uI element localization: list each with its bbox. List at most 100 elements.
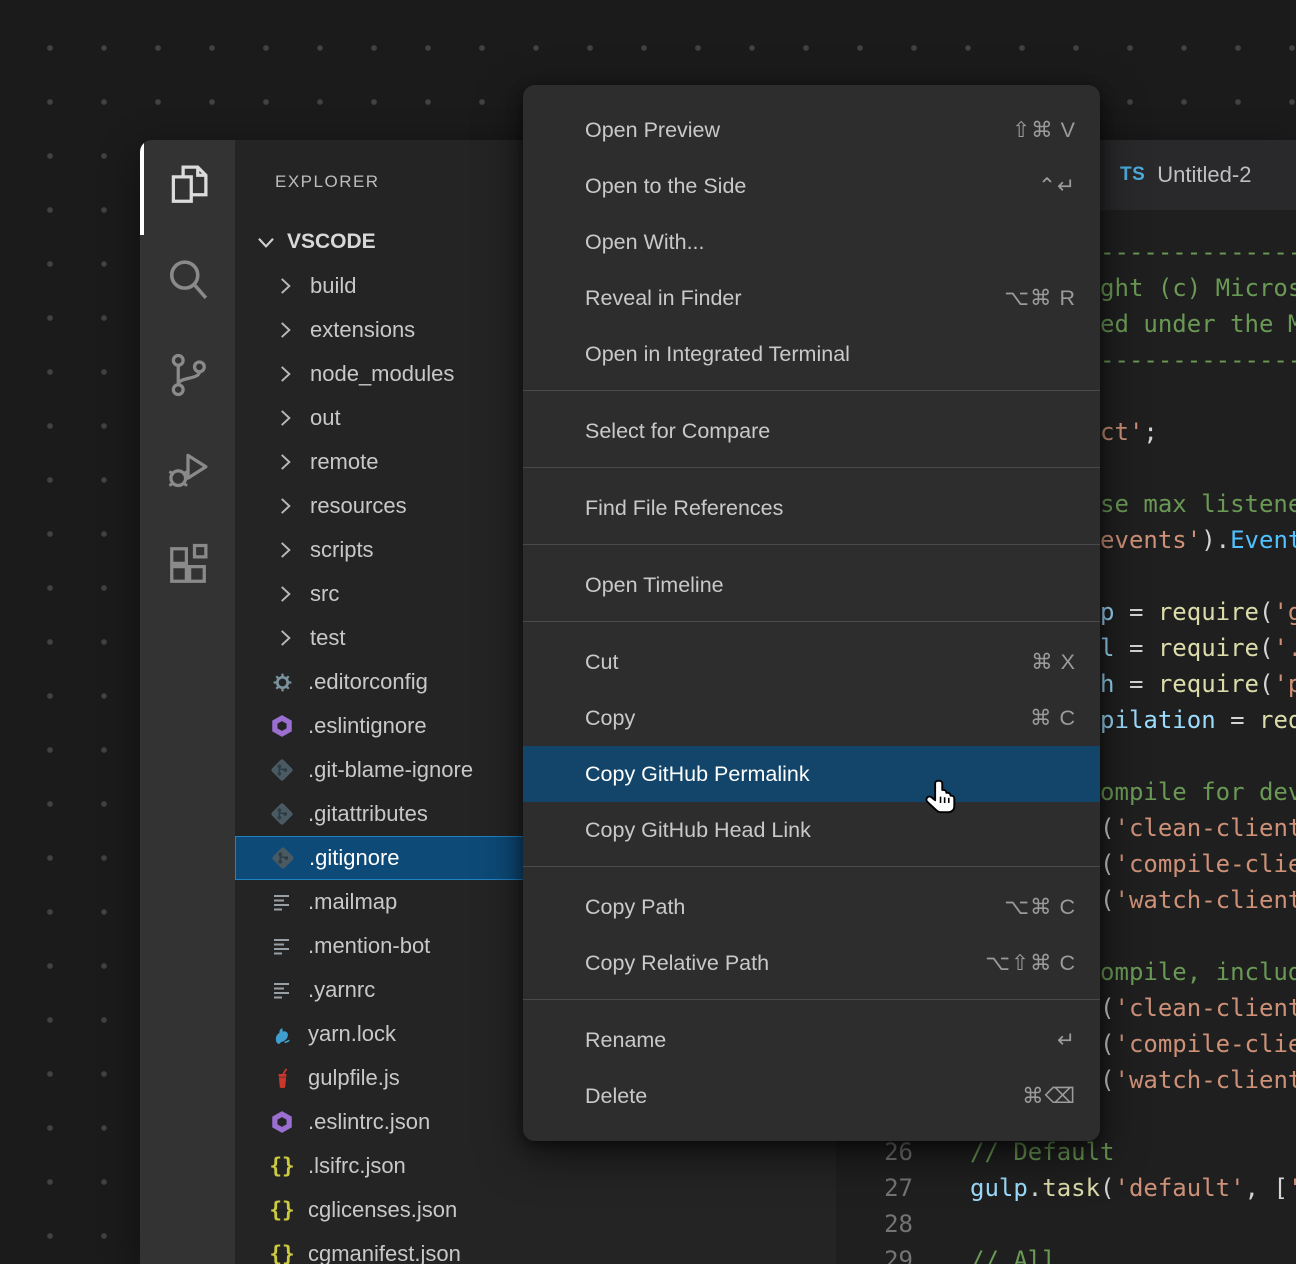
tab-title: Untitled-2 — [1157, 162, 1251, 188]
menu-item-label: Reveal in Finder — [585, 286, 742, 310]
cursor-pointing-hand-icon — [922, 778, 960, 820]
line-number: 27 — [836, 1170, 913, 1206]
tree-item-label: resources — [310, 493, 407, 519]
menu-item-label: Cut — [585, 650, 618, 674]
activity-bar-extensions[interactable] — [140, 520, 235, 615]
menu-item-copy[interactable]: Copy ⌘ C — [523, 690, 1100, 746]
chevron-right-icon — [272, 493, 298, 519]
tree-item-label: .git-blame-ignore — [308, 757, 473, 783]
desktop: { "colors": { "desktop_bg": "#1b1b1b", "… — [0, 0, 1296, 1264]
tree-item-label: build — [310, 273, 356, 299]
menu-item-open-preview[interactable]: Open Preview ⇧⌘ V — [523, 102, 1100, 158]
tree-item-label: remote — [310, 449, 378, 475]
activity-bar — [140, 140, 235, 1264]
menu-item-shortcut: ⌥⇧⌘ C — [985, 935, 1076, 991]
menu-separator — [523, 544, 1100, 545]
typescript-file-icon: TS — [1120, 164, 1145, 186]
code-text: // All — [970, 1242, 1057, 1264]
search-icon — [162, 254, 214, 311]
menu-separator — [523, 390, 1100, 391]
chevron-right-icon — [272, 449, 298, 475]
explorer-context-menu: Open Preview ⇧⌘ V Open to the Side ⌃↵ Open W… — [523, 85, 1100, 1141]
menu-item-shortcut: ⌃↵ — [1038, 158, 1076, 214]
menu-item-label: Copy Path — [585, 895, 685, 919]
menu-item-label: Open to the Side — [585, 174, 746, 198]
chevron-right-icon — [272, 581, 298, 607]
activity-bar-explorer[interactable] — [140, 140, 235, 235]
git-file-icon — [268, 800, 296, 828]
menu-item-open-to-the-side[interactable]: Open to the Side ⌃↵ — [523, 158, 1100, 214]
tree-file--lsifrc-json[interactable]: {}.lsifrc.json — [235, 1144, 836, 1188]
tab-untitled-2[interactable]: TS Untitled-2 — [1100, 140, 1271, 210]
line-number: 28 — [836, 1206, 913, 1242]
yarn-file-icon — [268, 1020, 296, 1048]
menu-item-shortcut: ⌥⌘ C — [1004, 879, 1076, 935]
chevron-right-icon — [272, 405, 298, 431]
tree-item-label: .mailmap — [308, 889, 397, 915]
menu-item-label: Open Preview — [585, 118, 720, 142]
eslint-file-icon — [268, 712, 296, 740]
tree-root-label: VSCODE — [287, 230, 376, 254]
chevron-right-icon — [272, 537, 298, 563]
code-line-27: 27gulp.task('default', ['compile']); — [836, 1170, 1296, 1206]
tree-item-label: src — [310, 581, 339, 607]
menu-item-copy-github-head-link[interactable]: Copy GitHub Head Link — [523, 802, 1100, 858]
menu-item-reveal-in-finder[interactable]: Reveal in Finder⌥⌘ R — [523, 270, 1100, 326]
menu-item-find-file-references[interactable]: Find File References — [523, 480, 1100, 536]
tree-item-label: test — [310, 625, 345, 651]
json-file-icon: {} — [268, 1240, 296, 1264]
code-line-28: 28 — [836, 1206, 1296, 1242]
tree-item-label: out — [310, 405, 341, 431]
menu-item-shortcut: ⇧⌘ V — [1012, 102, 1076, 158]
menu-item-select-for-compare[interactable]: Select for Compare — [523, 403, 1100, 459]
tree-item-label: cglicenses.json — [308, 1197, 457, 1223]
menu-item-open-in-integrated-terminal[interactable]: Open in Integrated Terminal — [523, 326, 1100, 382]
menu-separator — [523, 621, 1100, 622]
tree-item-label: .gitignore — [309, 845, 400, 871]
code-line-29: 29 // All — [836, 1242, 1296, 1264]
text-file-icon — [268, 976, 296, 1004]
menu-item-copy-relative-path[interactable]: Copy Relative Path⌥⇧⌘ C — [523, 935, 1100, 991]
tree-file-cglicenses-json[interactable]: {} cglicenses.json — [235, 1188, 836, 1232]
chevron-right-icon — [272, 625, 298, 651]
menu-item-shortcut: ⌘⌫ — [1022, 1068, 1076, 1124]
menu-item-open-with[interactable]: Open With... — [523, 214, 1100, 270]
menu-item-label: Rename — [585, 1028, 666, 1052]
line-number: 29 — [836, 1242, 913, 1264]
menu-item-label: Open With... — [585, 230, 705, 254]
menu-item-open-timeline[interactable]: Open Timeline — [523, 557, 1100, 613]
tree-item-label: cgmanifest.json — [308, 1241, 461, 1264]
extensions-icon — [162, 539, 214, 596]
menu-item-delete[interactable]: Delete⌘⌫ — [523, 1068, 1100, 1124]
tree-item-label: .eslintignore — [308, 713, 427, 739]
activity-bar-search[interactable] — [140, 235, 235, 330]
tree-item-label: .gitattributes — [308, 801, 428, 827]
menu-item-shortcut: ⌘ C — [1030, 690, 1076, 746]
tree-file-cgmanifest-json[interactable]: {} cgmanifest.json — [235, 1232, 836, 1264]
activity-bar-source-control[interactable] — [140, 330, 235, 425]
menu-item-cut[interactable]: Cut ⌘ X — [523, 634, 1100, 690]
menu-item-label: Copy — [585, 706, 635, 730]
chevron-right-icon — [272, 317, 298, 343]
activity-bar-run-and-debug[interactable] — [140, 425, 235, 520]
chevron-down-icon — [253, 229, 279, 255]
eslint-file-icon — [268, 1108, 296, 1136]
source-control-icon — [162, 349, 214, 406]
menu-item-label: Copy GitHub Permalink — [585, 762, 810, 786]
menu-item-copy-github-permalink[interactable]: Copy GitHub Permalink — [523, 746, 1100, 802]
menu-separator — [523, 467, 1100, 468]
run-debug-icon — [162, 444, 214, 501]
menu-item-shortcut: ⌘ X — [1031, 634, 1076, 690]
editorconfig-file-icon — [268, 668, 296, 696]
tree-item-label: extensions — [310, 317, 415, 343]
menu-item-copy-path[interactable]: Copy Path ⌥⌘ C — [523, 879, 1100, 935]
menu-separator — [523, 866, 1100, 867]
tree-item-label: scripts — [310, 537, 374, 563]
menu-item-rename[interactable]: Rename↵ — [523, 1012, 1100, 1068]
files-icon — [162, 159, 214, 216]
tree-item-label: .mention-bot — [308, 933, 430, 959]
menu-item-label: Find File References — [585, 496, 783, 520]
tree-item-label: node_modules — [310, 361, 454, 387]
json-file-icon: {} — [268, 1196, 296, 1224]
menu-item-label: Copy GitHub Head Link — [585, 818, 811, 842]
